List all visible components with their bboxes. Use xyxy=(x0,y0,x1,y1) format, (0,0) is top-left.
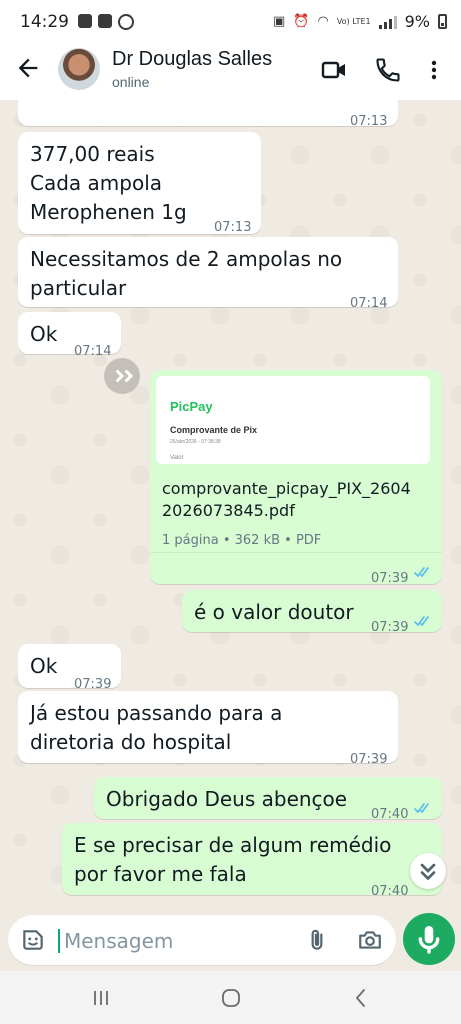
message-text: é o valor doutor xyxy=(194,600,354,624)
message-bubble-incoming[interactable]: Ok 07:14 xyxy=(18,312,121,359)
status-right: ▣ ⏰ ◠ Vo) LTE1 9% xyxy=(273,12,447,31)
whatsapp-icon xyxy=(118,14,134,30)
message-bubble-outgoing[interactable]: Obrigado Deus abençoe 07:40 xyxy=(94,777,442,822)
recent-apps-icon[interactable] xyxy=(90,987,112,1009)
mic-icon xyxy=(418,926,440,954)
document-preview[interactable]: PicPay Comprovante de Pix 26/abr/2026 - … xyxy=(156,376,430,464)
text-cursor xyxy=(58,929,60,953)
divider xyxy=(150,552,442,553)
message-text: E se precisar de algum remédio por favor… xyxy=(74,833,392,886)
message-time: 07:39 xyxy=(371,620,409,635)
read-ticks-icon xyxy=(414,567,429,578)
home-icon[interactable] xyxy=(220,987,242,1009)
avatar[interactable] xyxy=(58,48,100,90)
wifi-icon: ◠ xyxy=(317,14,329,29)
more-options-icon[interactable] xyxy=(422,56,446,84)
status-time: 14:29 xyxy=(20,12,69,32)
message-text: Já estou passando para a diretoria do ho… xyxy=(30,701,283,754)
battery-percent: 9% xyxy=(404,12,430,31)
read-ticks-icon xyxy=(414,616,429,627)
document-meta: 1 página • 362 kB • PDF xyxy=(162,533,322,548)
back-arrow-icon[interactable] xyxy=(14,54,42,82)
message-bubble-outgoing[interactable]: E se precisar de algum remédio por favor… xyxy=(62,823,442,899)
preview-value: R$ 755,00 xyxy=(170,453,207,464)
voice-message-button[interactable] xyxy=(403,913,455,965)
system-nav-bar xyxy=(0,971,461,1024)
read-ticks-icon xyxy=(414,803,429,814)
message-text: Necessitamos de 2 ampolas no particular xyxy=(30,247,343,300)
message-time: 07:39 xyxy=(371,571,409,586)
camera-icon[interactable] xyxy=(356,927,384,953)
message-bubble-document[interactable]: PicPay Comprovante de Pix 26/abr/2026 - … xyxy=(150,370,442,586)
battery-icon xyxy=(438,14,447,29)
message-text: Ok xyxy=(30,322,58,346)
message-input-container[interactable] xyxy=(8,915,396,965)
message-text: 377,00 reais Cada ampola Merophenen 1g xyxy=(30,142,187,224)
voice-call-icon[interactable] xyxy=(374,56,402,84)
gallery-icon xyxy=(78,14,92,28)
video-call-icon[interactable] xyxy=(320,56,348,84)
document-filename[interactable]: comprovante_picpay_PIX_2604 2026073845.p… xyxy=(162,478,411,522)
check-box-icon xyxy=(98,14,112,28)
message-bubble-outgoing[interactable]: é o valor doutor 07:39 xyxy=(182,590,442,635)
message-time: 07:14 xyxy=(350,296,388,311)
attach-icon[interactable] xyxy=(304,927,330,953)
status-bar: 14:29 ▣ ⏰ ◠ Vo) LTE1 9% xyxy=(0,0,461,40)
message-bubble-incoming[interactable]: 377,00 reais Cada ampola Merophenen 1g 0… xyxy=(18,132,261,235)
contact-status: online xyxy=(112,74,150,90)
scroll-to-bottom-button[interactable] xyxy=(410,853,446,889)
chat-area[interactable]: 07:13 377,00 reais Cada ampola Merophene… xyxy=(0,100,461,913)
message-text: Obrigado Deus abençoe xyxy=(106,787,348,811)
notification-icons xyxy=(78,14,134,30)
message-bubble-incoming[interactable]: Necessitamos de 2 ampolas no particular … xyxy=(18,237,398,311)
message-bubble-incoming[interactable]: Já estou passando para a diretoria do ho… xyxy=(18,691,398,767)
back-nav-icon[interactable] xyxy=(350,987,372,1009)
contact-name[interactable]: Dr Douglas Salles xyxy=(112,48,272,71)
signal-icon xyxy=(378,15,397,29)
message-time: 07:39 xyxy=(350,752,388,767)
forward-icon xyxy=(116,370,134,382)
lock-icon: ▣ xyxy=(272,14,286,29)
message-time: 07:40 xyxy=(371,884,409,899)
chevron-double-down-icon xyxy=(420,863,436,881)
message-input[interactable] xyxy=(62,925,296,957)
forward-button[interactable] xyxy=(104,358,140,394)
message-time: 07:13 xyxy=(350,114,388,129)
message-bubble-incoming[interactable]: 07:13 xyxy=(18,100,398,129)
sticker-icon[interactable] xyxy=(20,927,46,953)
alarm-icon: ⏰ xyxy=(293,14,310,29)
chat-header: Dr Douglas Salles online xyxy=(0,40,461,100)
message-bubble-incoming[interactable]: Ok 07:39 xyxy=(18,644,121,692)
composer xyxy=(0,913,461,971)
network-label: Vo) LTE1 xyxy=(336,16,371,26)
message-text: Ok xyxy=(30,654,58,678)
